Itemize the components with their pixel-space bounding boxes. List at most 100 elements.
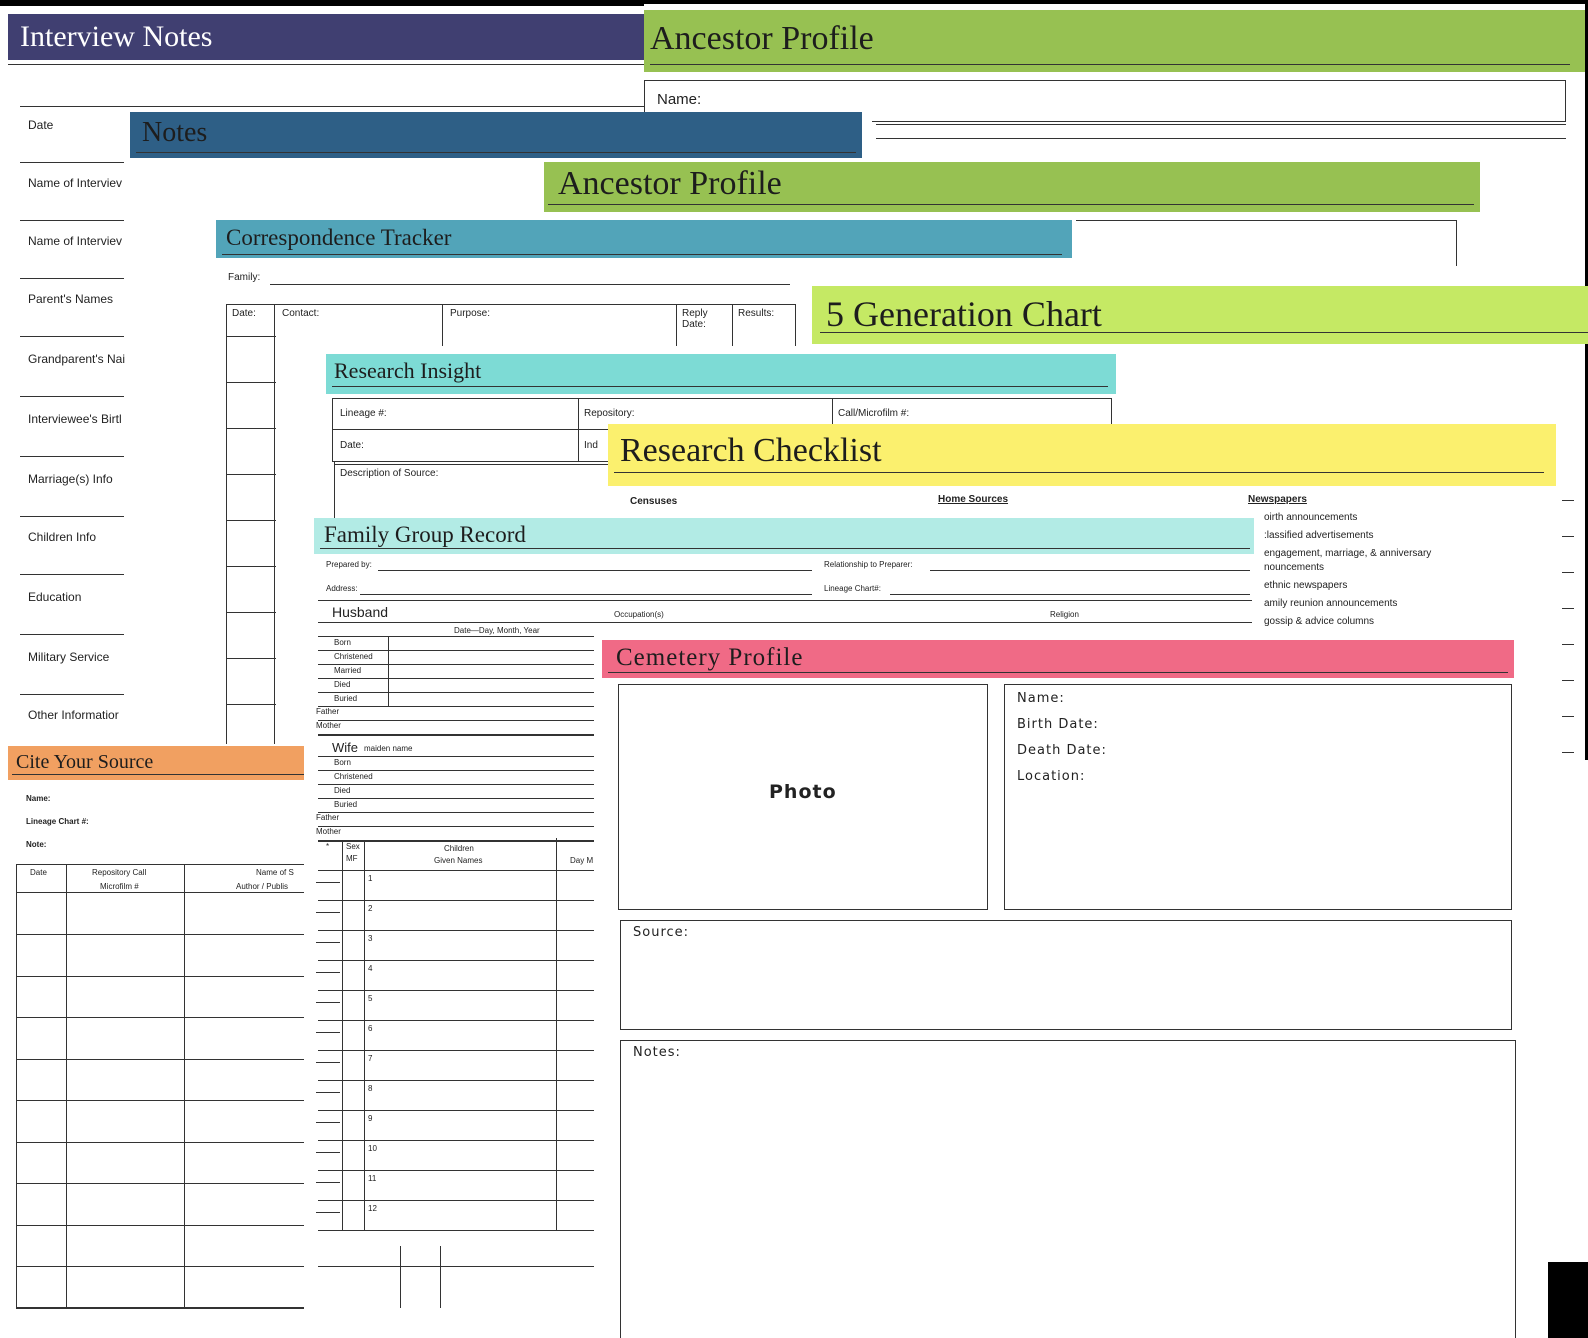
family-table-line — [318, 960, 594, 961]
correspondence-col-line — [732, 304, 733, 346]
checklist-newspaper-item: :lassified advertisements — [1264, 530, 1374, 541]
family-rule — [318, 600, 1252, 601]
family-table-line — [318, 812, 594, 813]
ancestor-tick — [1562, 536, 1574, 537]
correspondence-row-line — [226, 658, 276, 659]
wife-father-label: Father — [316, 813, 340, 822]
interview-field-label: Name of Interviev — [28, 234, 123, 248]
family-table-line — [318, 734, 594, 736]
correspondence-row-line — [226, 336, 276, 337]
cite-row-line — [16, 1100, 304, 1101]
wife-mother-label: Mother — [316, 827, 341, 836]
correspondence-underline — [222, 254, 1062, 255]
husband-event-label: Christened — [334, 652, 373, 661]
cite-title: Cite Your Source — [16, 751, 154, 773]
cite-col-2 — [184, 864, 185, 1308]
wife-event-label: Born — [334, 758, 351, 767]
interview-field-label: Military Service — [28, 650, 110, 664]
husband-event-divider — [388, 636, 389, 706]
child-tick — [316, 1122, 340, 1123]
cemetery-source-label: Source: — [633, 925, 690, 940]
child-tick — [316, 1092, 340, 1093]
children-col-1 — [342, 840, 343, 1230]
child-number: 10 — [368, 1144, 377, 1153]
child-number: 12 — [368, 1204, 377, 1213]
ancestor-mid-title: Ancestor Profile — [558, 165, 782, 202]
prepared-line — [378, 570, 812, 571]
correspondence-col-line — [442, 304, 443, 346]
correspondence-col-label: Contact: — [282, 308, 320, 319]
family-table-line — [318, 1170, 594, 1171]
cite-row-line — [16, 934, 304, 935]
family-title: Family Group Record — [324, 522, 526, 547]
insight-desc-top — [334, 464, 614, 465]
interview-field-line — [20, 634, 124, 635]
ancestor-tick — [1562, 644, 1574, 645]
cite-source-sheet: Cite Your Source Name: Lineage Chart #: … — [8, 746, 304, 1328]
correspondence-row-line — [226, 520, 276, 521]
insight-title: Research Insight — [334, 358, 482, 383]
child-number: 3 — [368, 934, 373, 943]
interview-field-line — [20, 694, 124, 695]
cemetery-title: Cemetery Profile — [616, 644, 804, 671]
correspondence-row-line — [226, 704, 276, 705]
cite-col-repo-2: Microfilm # — [100, 882, 139, 891]
ancestor-name-label: Name: — [657, 91, 702, 108]
child-number: 4 — [368, 964, 373, 973]
family-table-line — [318, 1080, 594, 1081]
children-sex-label: Sex — [346, 842, 360, 851]
photo-label: Photo — [769, 781, 837, 803]
children-col-2 — [364, 840, 365, 1230]
interview-field-label: Parent's Names — [28, 292, 113, 306]
insight-ind-label: Ind — [584, 440, 598, 451]
cemetery-name-label: Name: — [1017, 691, 1065, 706]
checklist-title: Research Checklist — [620, 432, 882, 469]
notes-band: Notes — [130, 112, 862, 158]
details-box: Name: Birth Date: Death Date: Location: — [1004, 684, 1512, 910]
interview-field-line — [20, 162, 124, 163]
notes-box: Notes: — [620, 1040, 1516, 1338]
cite-underline — [12, 774, 304, 775]
insight-lineage-label: Lineage #: — [340, 408, 387, 419]
wife-event-label: Christened — [334, 772, 373, 781]
ancestor-back-title: Ancestor Profile — [650, 20, 874, 57]
correspondence-band: Correspondence Tracker — [216, 220, 1072, 258]
interview-field-label: Education — [28, 590, 82, 604]
wife-event-label: Died — [334, 786, 351, 795]
cemetery-profile-sheet: Cemetery Profile Photo Name: Birth Date:… — [602, 640, 1532, 1338]
ancestor-back-rule-2 — [876, 138, 1566, 139]
corner-block — [1548, 1262, 1588, 1338]
cite-note-label: Note: — [26, 840, 47, 849]
generation-band: 5 Generation Chart — [812, 286, 1588, 344]
occupation-label: Occupation(s) — [614, 610, 664, 619]
cite-band: Cite Your Source — [8, 746, 304, 780]
ancestor-tick — [1562, 680, 1574, 681]
correspondence-row-line — [226, 428, 276, 429]
family-underline — [320, 548, 1250, 549]
family-table-line — [318, 692, 594, 693]
family-table-line — [318, 770, 594, 771]
child-number: 6 — [368, 1024, 373, 1033]
family-table-line — [318, 900, 594, 901]
photo-box: Photo — [618, 684, 988, 910]
address-label: Address: — [326, 584, 358, 593]
child-tick — [316, 882, 340, 883]
checklist-band: Research Checklist — [608, 424, 1556, 486]
family-table-line — [318, 1050, 594, 1051]
cite-row-line — [16, 1183, 304, 1184]
family-table-line — [318, 990, 594, 991]
child-tick — [316, 1062, 340, 1063]
family-label: Family: — [228, 272, 261, 283]
ancestor-tick — [1562, 572, 1574, 573]
children-given-label: Given Names — [434, 856, 483, 865]
correspondence-col-line — [226, 304, 227, 744]
family-table-line — [318, 756, 594, 757]
insight-call-label: Call/Microfilm #: — [838, 408, 910, 419]
generation-underline — [820, 332, 1588, 333]
cite-col-1 — [66, 864, 67, 1308]
child-tick — [316, 1152, 340, 1153]
insight-description-label: Description of Source: — [340, 468, 439, 479]
interview-field-label: Name of Interviev — [28, 176, 123, 190]
child-tick — [316, 1032, 340, 1033]
children-col-3 — [556, 838, 557, 1230]
